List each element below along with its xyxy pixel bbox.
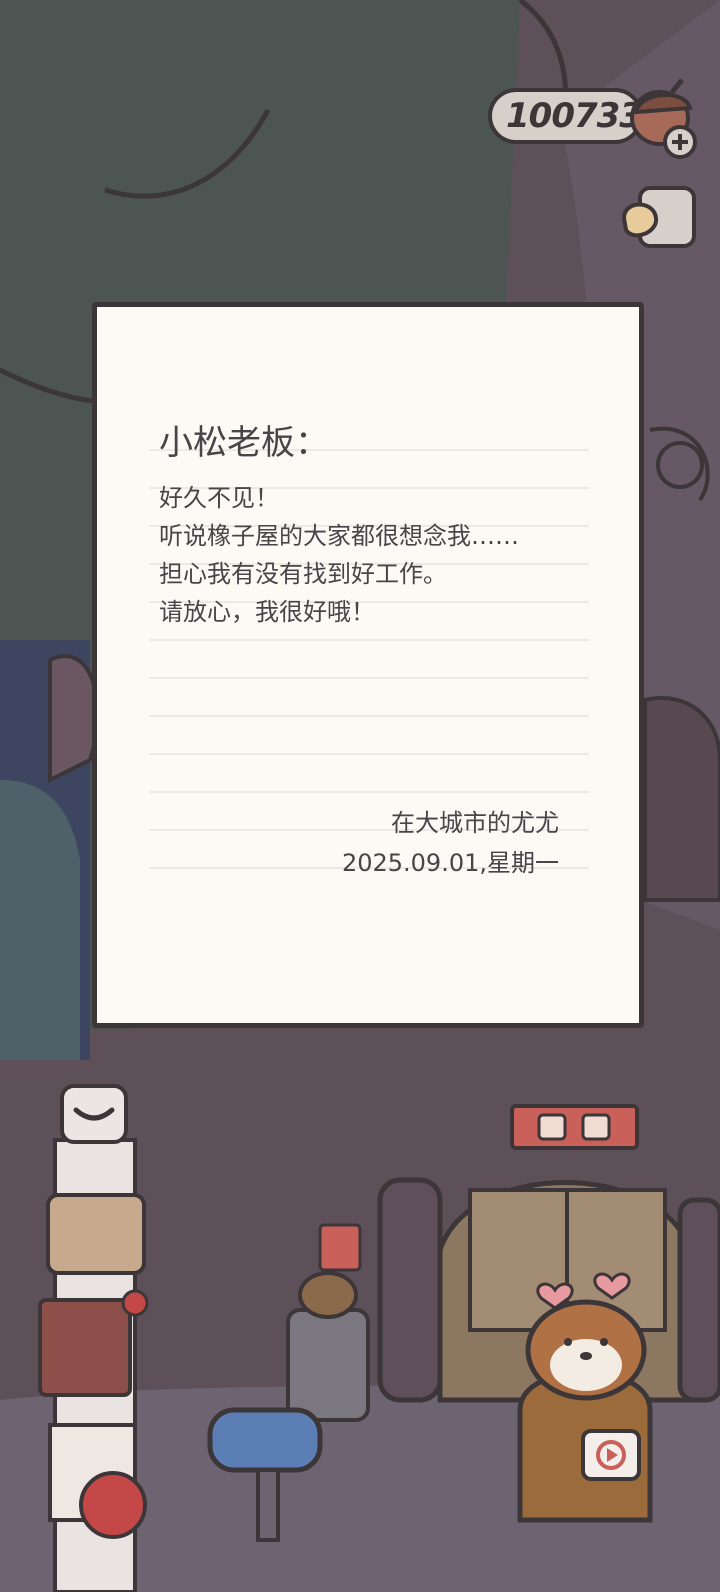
acorn-icon[interactable] (628, 78, 704, 160)
video-ad-icon[interactable] (580, 1428, 642, 1482)
letter-paper: 小松老板： 好久不见！ 听说橡子屋的大家都很想念我…… 担心我有没有找到好工作。… (92, 302, 644, 1028)
shop-sign-icon (510, 1104, 639, 1150)
letter-line: 担心我有没有找到好工作。 (159, 560, 447, 588)
letter-line: 请放心，我很好哦！ (159, 598, 375, 626)
mail-icon[interactable] (58, 1082, 130, 1146)
acorn-count: 100733 (506, 96, 643, 136)
letter-line: 听说橡子屋的大家都很想念我…… (159, 522, 519, 550)
letter-date: 2025.09.01,星期一 (341, 849, 559, 877)
shiba-character[interactable] (517, 1299, 653, 1523)
letter-line: 好久不见！ (159, 484, 279, 512)
pointing-hand-icon[interactable] (620, 182, 700, 256)
acorn-counter[interactable]: 100733 (488, 88, 643, 144)
letter-body: 好久不见！ 听说橡子屋的大家都很想念我…… 担心我有没有找到好工作。 请放心，我… (159, 479, 519, 631)
plus-icon[interactable] (663, 125, 697, 159)
letter-signature: 在大城市的尤尤 (391, 809, 559, 837)
letter-greeting: 小松老板： (159, 423, 329, 463)
